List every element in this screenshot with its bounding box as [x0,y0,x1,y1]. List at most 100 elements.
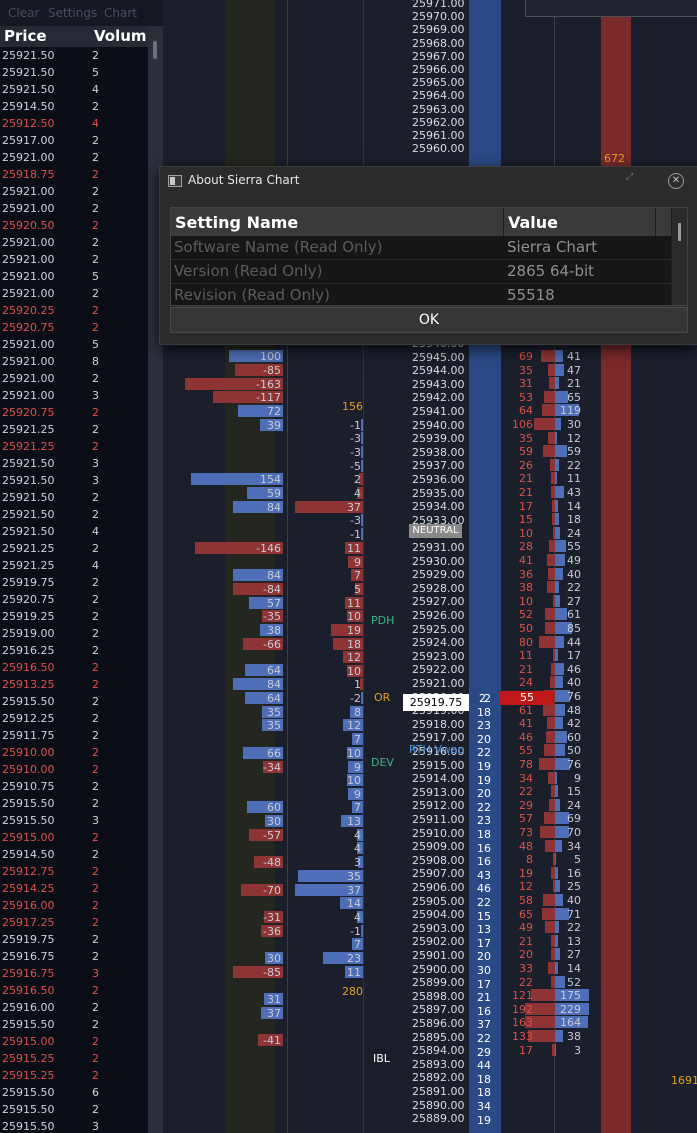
tas-row[interactable]: 25916.75 3 [0,965,148,982]
tas-row[interactable]: 25910.00 2 [0,744,148,761]
tas-volume: 4 [92,83,99,96]
tas-row[interactable]: 25915.25 2 [0,1067,148,1084]
setting-name-header[interactable]: Setting Name [175,213,298,232]
tas-row[interactable]: 25921.00 3 [0,387,148,404]
tas-row[interactable]: 25920.25 2 [0,302,148,319]
tas-row[interactable]: 25919.75 2 [0,574,148,591]
tas-row[interactable]: 25920.75 2 [0,319,148,336]
tas-row[interactable]: 25915.50 3 [0,1118,148,1133]
tas-row[interactable]: 25919.75 2 [0,931,148,948]
resize-icon[interactable]: ⤢ [626,172,633,182]
buy-volume: 44 [567,635,581,649]
header-divider [503,208,504,236]
tas-row[interactable]: 25916.75 2 [0,948,148,965]
bid-volume: 30 [477,964,491,977]
setting-name-cell: Revision (Read Only) [174,286,330,304]
tas-row[interactable]: 25912.50 4 [0,115,148,132]
sell-volume: 26 [519,458,533,472]
tas-row[interactable]: 25921.00 2 [0,234,148,251]
tas-row[interactable]: 25921.50 3 [0,455,148,472]
tas-row[interactable]: 25915.50 2 [0,693,148,710]
tas-row[interactable]: 25910.75 2 [0,778,148,795]
tas-row[interactable]: 25917.00 2 [0,132,148,149]
table-row[interactable]: Revision (Read Only) 55518 [171,284,671,305]
tas-volume: 4 [92,559,99,572]
tas-row[interactable]: 25921.00 8 [0,353,148,370]
tas-row[interactable]: 25920.75 2 [0,591,148,608]
tas-row[interactable]: 25916.00 2 [0,897,148,914]
delta-value: 30 [267,815,281,828]
tas-row[interactable]: 25914.50 2 [0,846,148,863]
tas-row[interactable]: 25916.25 2 [0,642,148,659]
tas-row[interactable]: 25910.00 2 [0,761,148,778]
ok-button[interactable]: OK [170,307,688,333]
tas-row[interactable]: 25921.00 5 [0,268,148,285]
tas-row[interactable]: 25921.00 2 [0,149,148,166]
tas-row[interactable]: 25915.50 6 [0,1084,148,1101]
close-icon[interactable]: ✕ [668,173,684,189]
tas-row[interactable]: 25921.50 2 [0,506,148,523]
table-scroll-thumb[interactable] [678,223,681,241]
tas-row[interactable]: 25921.00 2 [0,285,148,302]
tas-row[interactable]: 25921.00 2 [0,183,148,200]
tas-row[interactable]: 25920.50 2 [0,217,148,234]
tas-row[interactable]: 25914.50 2 [0,98,148,115]
delta-value: 84 [267,569,281,582]
tas-row[interactable]: 25915.25 2 [0,1050,148,1067]
volume-column-header[interactable]: Volum [94,27,147,45]
tas-price: 25916.75 [2,950,55,963]
tas-row[interactable]: 25921.00 2 [0,200,148,217]
tas-row[interactable]: 25921.50 4 [0,523,148,540]
tas-row[interactable]: 25921.50 2 [0,47,148,64]
tas-row[interactable]: 25917.25 2 [0,914,148,931]
tas-row[interactable]: 25914.25 2 [0,880,148,897]
bid-volume: 46 [477,882,491,896]
tas-row[interactable]: 25915.00 2 [0,829,148,846]
setting-name-cell: Software Name (Read Only) [174,238,383,256]
tas-row[interactable]: 25920.75 2 [0,404,148,421]
price-column-header[interactable]: Price [4,27,47,45]
tas-price: 25921.00 [2,372,55,385]
buy-volume: 48 [567,703,581,717]
tas-row[interactable]: 25918.75 2 [0,166,148,183]
tas-row[interactable]: 25921.00 2 [0,370,148,387]
tas-row[interactable]: 25921.25 4 [0,557,148,574]
tas-row[interactable]: 25919.00 2 [0,625,148,642]
tas-row[interactable]: 25921.50 3 [0,472,148,489]
tas-row[interactable]: 25916.50 2 [0,659,148,676]
tas-row[interactable]: 25916.00 2 [0,999,148,1016]
tas-row[interactable]: 25921.50 4 [0,81,148,98]
tas-row[interactable]: 25921.50 5 [0,64,148,81]
tas-row[interactable]: 25921.25 2 [0,421,148,438]
table-scrollbar[interactable] [672,208,687,305]
delta-small-value: 4 [354,487,361,500]
tas-row[interactable]: 25913.25 2 [0,676,148,693]
clear-menu-item[interactable]: Clear [8,6,39,20]
tas-row[interactable]: 25921.50 2 [0,489,148,506]
tas-row[interactable]: 25921.00 5 [0,336,148,353]
tas-row[interactable]: 25921.00 2 [0,251,148,268]
tas-row[interactable]: 25921.25 2 [0,540,148,557]
sell-volume: 22 [519,785,533,799]
tas-row[interactable]: 25915.50 2 [0,1016,148,1033]
tas-price: 25915.50 [2,1120,55,1133]
tas-row[interactable]: 25911.75 2 [0,727,148,744]
table-row[interactable]: Version (Read Only) 2865 64-bit [171,260,671,284]
bid-volume: 21 [477,991,491,1005]
chart-menu-item[interactable]: Chart [104,6,137,20]
tas-row[interactable]: 25915.00 2 [0,1033,148,1050]
tas-row[interactable]: 25912.75 2 [0,863,148,880]
tas-row[interactable]: 25919.25 2 [0,608,148,625]
tas-row[interactable]: 25916.50 2 [0,982,148,999]
tas-row[interactable]: 25915.50 2 [0,795,148,812]
settings-menu-item[interactable]: Settings [48,6,97,20]
tas-row[interactable]: 25921.25 2 [0,438,148,455]
tas-row[interactable]: 25915.50 3 [0,812,148,829]
dialog-title-bar[interactable]: About Sierra Chart ⤢ ✕ [160,167,697,194]
value-header[interactable]: Value [508,213,558,232]
tas-scroll-thumb[interactable] [153,41,157,59]
tas-row[interactable]: 25912.25 2 [0,710,148,727]
tas-row[interactable]: 25915.50 2 [0,1101,148,1118]
table-row[interactable]: Software Name (Read Only) Sierra Chart [171,236,671,260]
delta-value: 60 [267,801,281,814]
